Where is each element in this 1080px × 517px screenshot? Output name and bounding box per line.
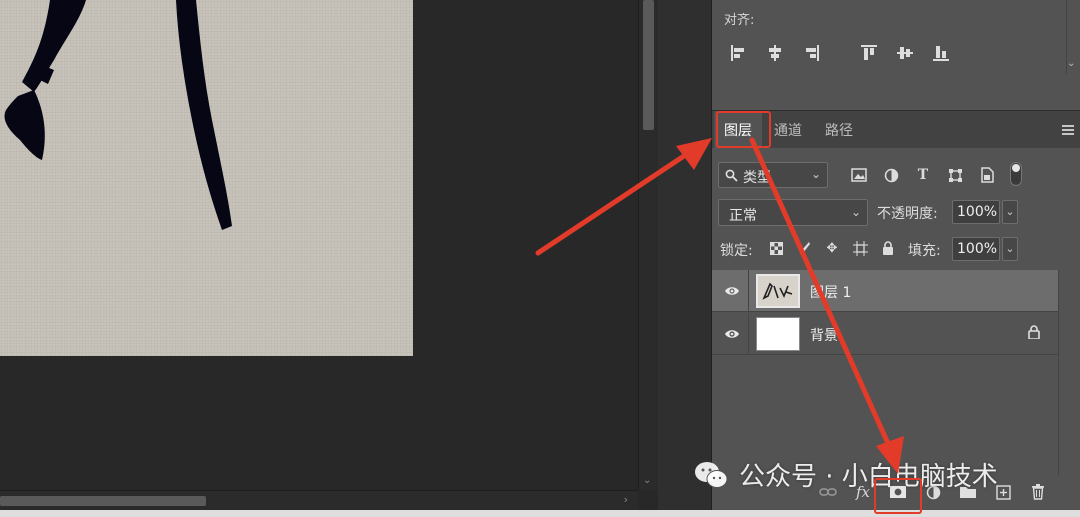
fill-label: 填充: (908, 243, 941, 259)
layer-filter-value: 类型 (743, 170, 771, 186)
filter-toggle[interactable] (1010, 162, 1022, 186)
eye-icon[interactable] (724, 283, 740, 299)
mask-button-highlight (874, 478, 922, 514)
chevron-down-icon: ⌄ (850, 205, 861, 219)
panel-dock-gutter (658, 0, 712, 510)
canvas-vertical-scrollbar[interactable]: ⌄ (638, 0, 658, 490)
layer-filter-select[interactable]: 类型 ⌄ (718, 162, 828, 188)
smart-object-filter-icon[interactable] (976, 164, 998, 186)
opacity-chevron-icon[interactable]: ⌄ (1002, 200, 1018, 224)
align-top-icon[interactable] (856, 40, 882, 66)
tab-paths[interactable]: 路径 (825, 120, 853, 140)
layer-thumbnail (756, 317, 800, 351)
align-right-icon[interactable] (798, 40, 824, 66)
align-left-icon[interactable] (726, 40, 752, 66)
lock-image-pixels-icon[interactable] (794, 238, 814, 258)
vertical-scroll-thumb[interactable] (643, 0, 654, 130)
lock-icon (1028, 325, 1040, 339)
canvas-horizontal-scrollbar[interactable]: › (0, 490, 638, 510)
layers-list-scrollbar[interactable] (1058, 270, 1080, 475)
fill-chevron-icon[interactable]: ⌄ (1002, 237, 1018, 261)
watermark-text: 公众号 · 小白电脑技术 (739, 462, 998, 492)
align-panel-scrollbar[interactable]: ⌄ (1066, 0, 1076, 74)
align-toolbar (726, 40, 964, 66)
chevron-down-icon: ⌄ (810, 167, 821, 181)
horizontal-scroll-thumb[interactable] (0, 496, 206, 506)
blend-mode-value: 正常 (729, 208, 757, 224)
chevron-down-icon[interactable]: ⌄ (1067, 58, 1075, 69)
canvas-area[interactable] (0, 0, 638, 490)
align-vertical-center-icon[interactable] (892, 40, 918, 66)
calligraphy-artwork (4, 0, 232, 230)
align-bottom-icon[interactable] (928, 40, 954, 66)
wechat-icon (695, 461, 728, 488)
photoshop-window: ⌄ › 对齐: ⌄ 图层 通道 路径 类型 ⌄ T 正常 ⌄ 不透明度: 100… (0, 0, 1080, 517)
trash-icon[interactable] (1026, 482, 1050, 502)
lock-artboard-icon[interactable] (850, 238, 870, 258)
layer-name: 图层 1 (810, 285, 852, 301)
type-filter-icon[interactable]: T (912, 164, 934, 186)
chevron-right-icon[interactable]: › (624, 493, 628, 506)
lock-label: 锁定: (720, 243, 753, 259)
chevron-down-icon[interactable]: ⌄ (643, 475, 651, 486)
shape-filter-icon[interactable] (944, 164, 966, 186)
layer-row-background[interactable]: 背景 (712, 313, 1058, 355)
layer-name: 背景 (810, 328, 838, 344)
fill-input[interactable]: 100% (952, 237, 1000, 261)
layer-row-layer-1[interactable]: 图层 1 (712, 270, 1058, 312)
blend-mode-select[interactable]: 正常 ⌄ (718, 199, 868, 226)
watermark: 公众号 · 小白电脑技术 (693, 456, 998, 493)
align-panel: 对齐: ⌄ (712, 0, 1080, 110)
panel-menu-icon[interactable] (1062, 125, 1074, 137)
layers-panel: 图层 通道 路径 类型 ⌄ T 正常 ⌄ 不透明度: 100% ⌄ 锁定: ✥ … (712, 110, 1080, 510)
opacity-label: 不透明度: (877, 206, 938, 222)
tab-channels[interactable]: 通道 (774, 120, 802, 140)
align-horizontal-center-icon[interactable] (762, 40, 788, 66)
lock-options: ✥ (766, 238, 906, 258)
adjustment-filter-icon[interactable] (880, 164, 902, 186)
opacity-input[interactable]: 100% (952, 200, 1000, 224)
lock-position-icon[interactable]: ✥ (822, 238, 842, 258)
lock-transparent-pixels-icon[interactable] (766, 238, 786, 258)
search-icon (725, 169, 738, 182)
align-title: 对齐: (724, 13, 755, 28)
lock-all-icon[interactable] (878, 238, 898, 258)
image-filter-icon[interactable] (848, 164, 870, 186)
layer-filter-icons: T (848, 164, 1008, 186)
eye-icon[interactable] (724, 326, 740, 342)
document-canvas[interactable] (0, 0, 413, 356)
layer-thumbnail (756, 274, 800, 308)
layers-tab-highlight (716, 111, 771, 148)
